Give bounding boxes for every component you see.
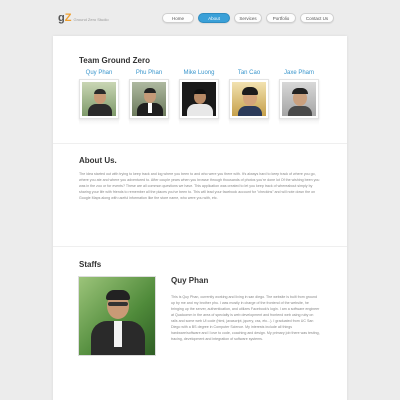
logo-main: g: [58, 12, 65, 24]
section-divider: [53, 246, 347, 247]
photo-reflection: [129, 119, 169, 125]
team-member[interactable]: Mike Luong: [179, 70, 219, 125]
staffs-title: Staffs: [79, 260, 102, 269]
team-member[interactable]: Jaxe Pham: [279, 70, 319, 125]
site-logo[interactable]: g Z Ground Zero Studio: [58, 12, 109, 24]
staff-bio: This is Quy Phan, currently working and …: [171, 295, 320, 341]
logo-tagline: Ground Zero Studio: [73, 17, 109, 22]
staff-name: Quy Phan: [171, 276, 209, 285]
about-text: The idea started out with trying to keep…: [79, 172, 320, 200]
nav-contact-button[interactable]: Contact Us: [300, 13, 334, 23]
logo-accent: Z: [64, 12, 72, 24]
team-member[interactable]: Phu Phan: [129, 70, 169, 125]
section-divider: [53, 143, 347, 144]
member-photo[interactable]: [79, 79, 119, 119]
member-name: Jaxe Pham: [283, 70, 314, 76]
nav-portfolio-button[interactable]: Portfolio: [266, 13, 296, 23]
content-card: Team Ground Zero Quy Phan Phu Phan Mike …: [53, 36, 347, 400]
team-gallery: Quy Phan Phu Phan Mike Luong Tan Cao Jax…: [79, 70, 319, 125]
site-header: g Z Ground Zero Studio Home About Servic…: [0, 0, 400, 36]
member-photo[interactable]: [129, 79, 169, 119]
staff-photo: [78, 276, 156, 356]
nav-about-button[interactable]: About: [198, 13, 230, 23]
main-nav: Home About Services Portfolio Contact Us: [162, 13, 334, 23]
photo-reflection: [179, 119, 219, 125]
member-name: Tan Cao: [237, 70, 261, 76]
member-name: Phu Phan: [135, 70, 163, 76]
team-member[interactable]: Quy Phan: [79, 70, 119, 125]
photo-reflection: [229, 119, 269, 125]
member-photo[interactable]: [179, 79, 219, 119]
team-member[interactable]: Tan Cao: [229, 70, 269, 125]
member-name: Quy Phan: [85, 70, 113, 76]
member-photo[interactable]: [279, 79, 319, 119]
photo-reflection: [79, 119, 119, 125]
team-title: Team Ground Zero: [79, 56, 150, 65]
about-title: About Us.: [79, 156, 117, 165]
nav-home-button[interactable]: Home: [162, 13, 194, 23]
member-photo[interactable]: [229, 79, 269, 119]
photo-reflection: [279, 119, 319, 125]
member-name: Mike Luong: [183, 70, 215, 76]
nav-services-button[interactable]: Services: [234, 13, 262, 23]
